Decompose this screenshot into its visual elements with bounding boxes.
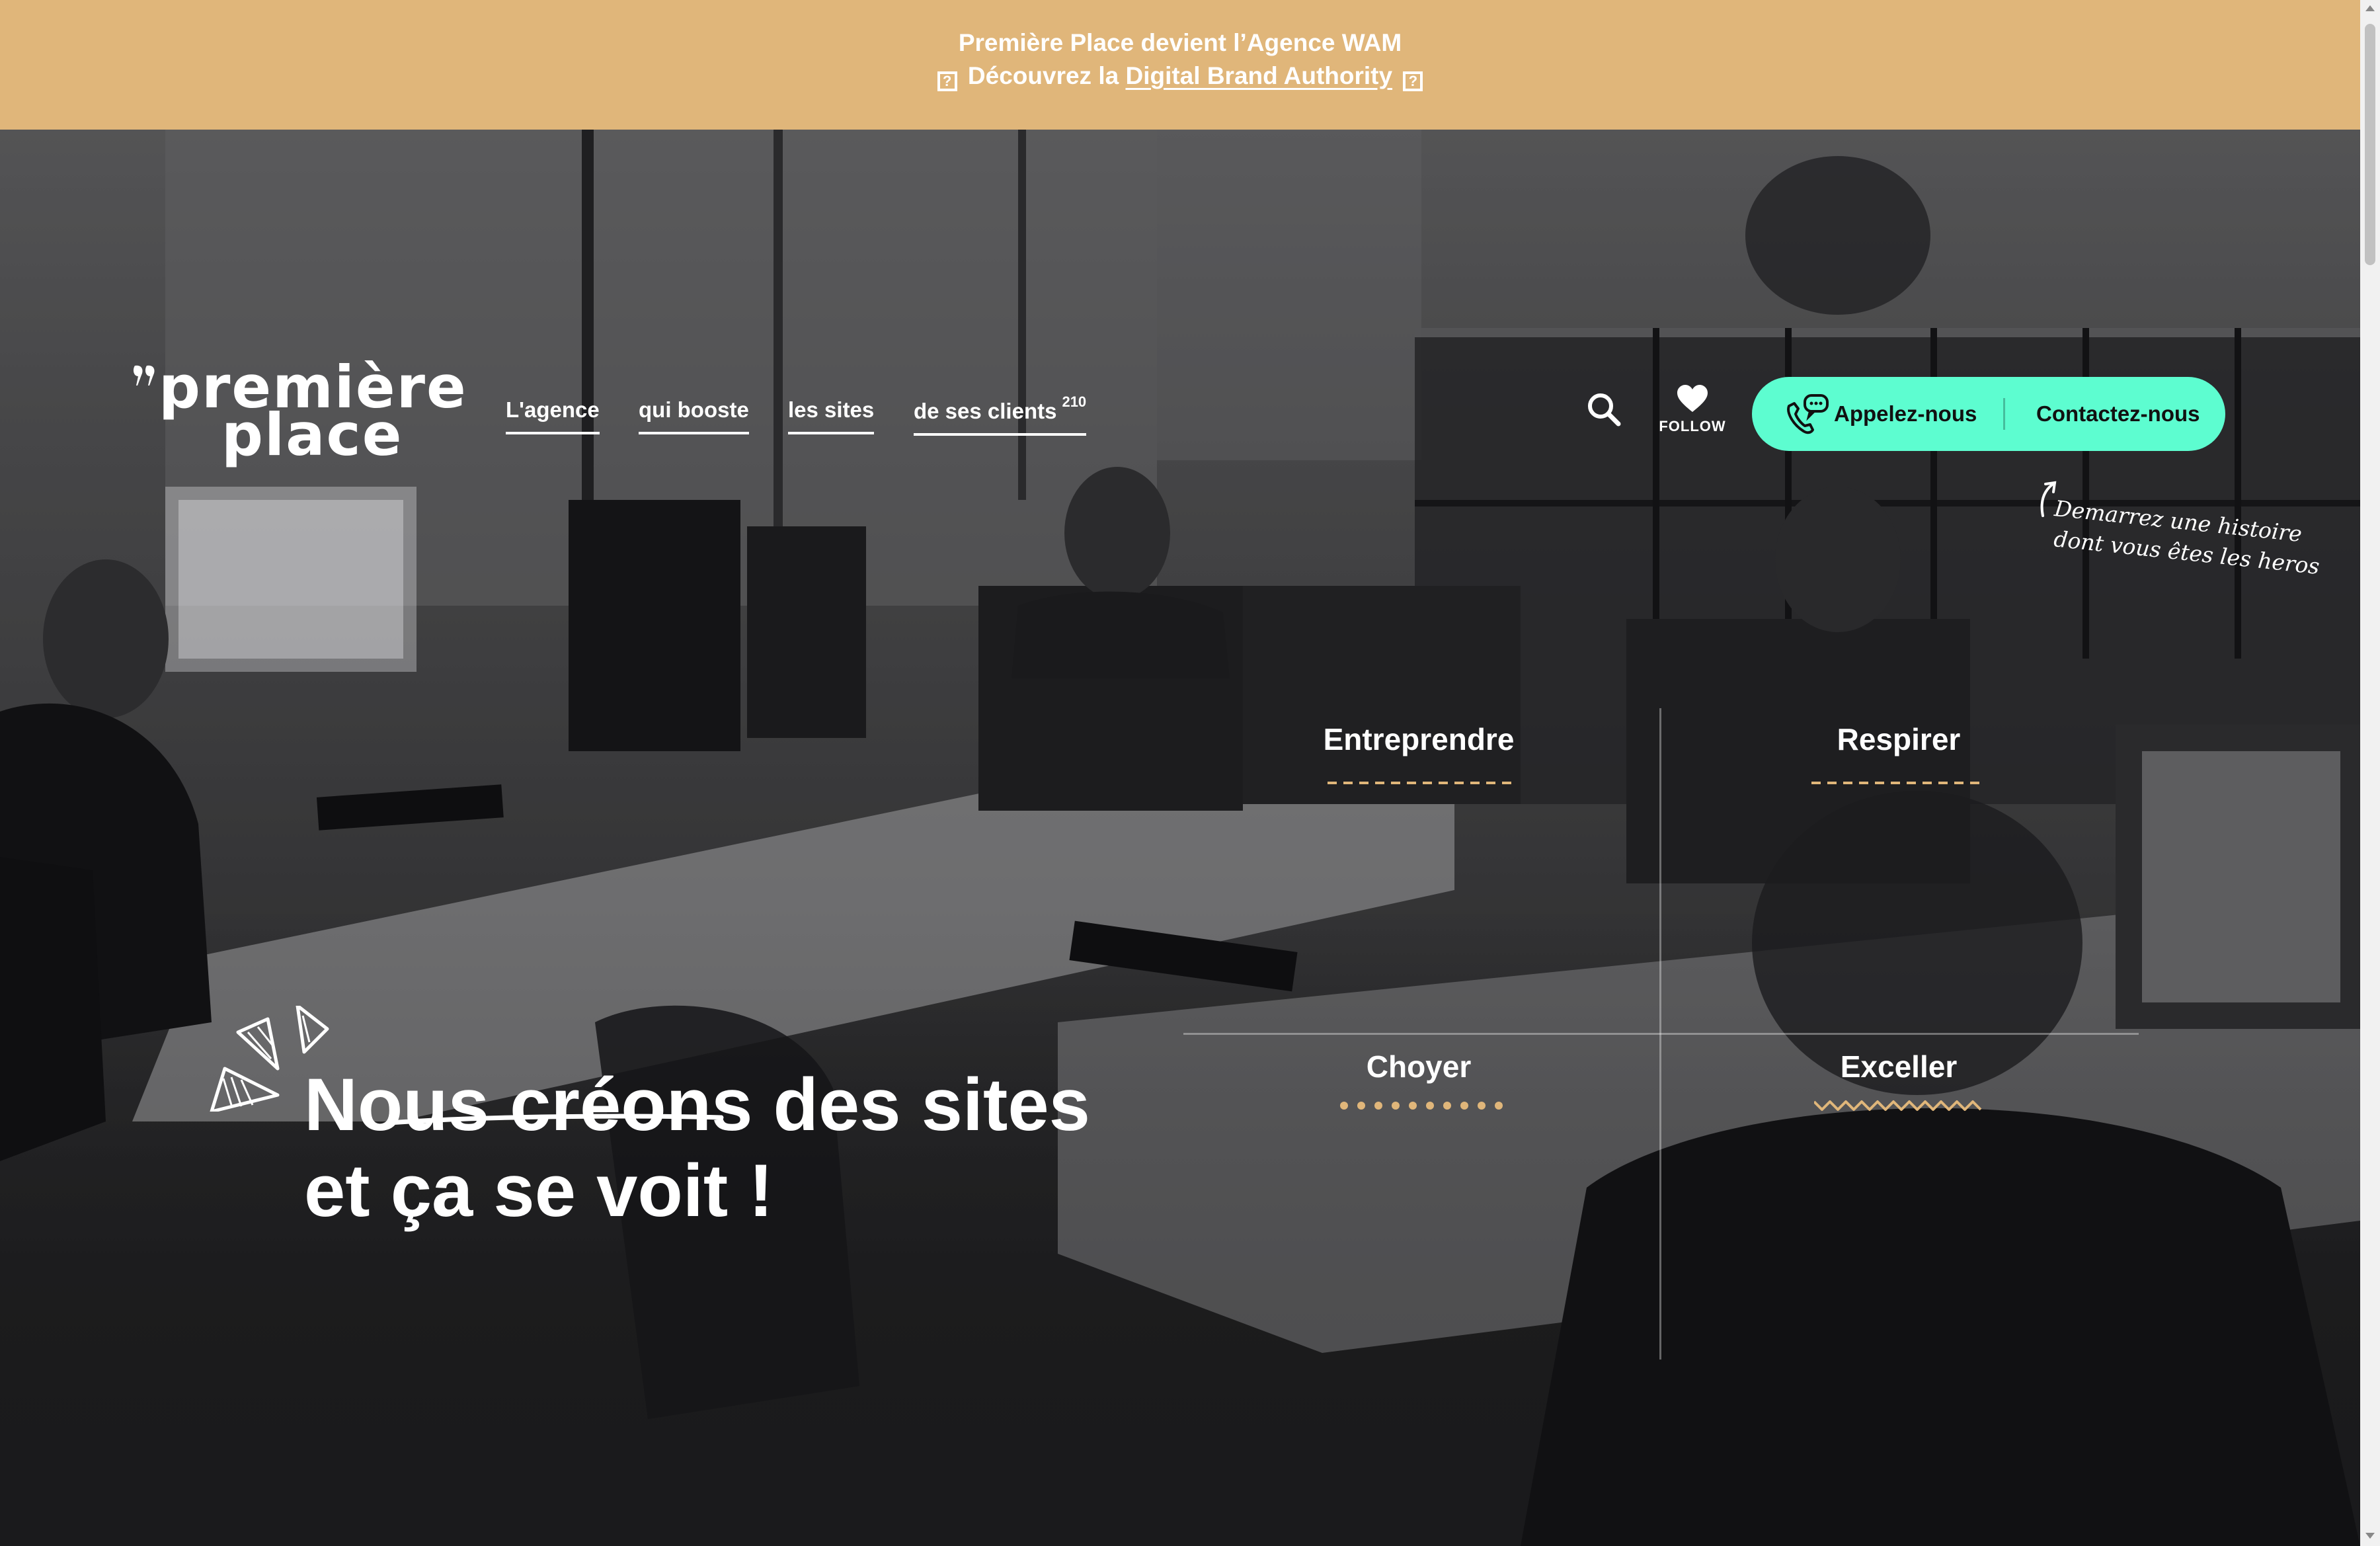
value-label: Choyer (1366, 1049, 1472, 1084)
nav-item-label: de ses clients (914, 399, 1057, 423)
help-box-icon: ? (937, 71, 957, 91)
dashed-underline (1328, 782, 1513, 784)
cta-pill: Appelez-nous Contactez-nous (1752, 377, 2225, 451)
headline-text: ! (728, 1149, 774, 1232)
cta-divider (2003, 398, 2005, 430)
scrollbar-thumb[interactable] (2365, 24, 2375, 265)
value-label: Respirer (1837, 722, 1961, 756)
help-box-icon: ? (1403, 71, 1423, 91)
nav-item-label: les sites (788, 397, 875, 422)
values-divider-horizontal (1183, 1033, 2139, 1035)
scrollbar-track[interactable] (2360, 0, 2380, 1546)
follow-button[interactable]: FOLLOW (1653, 384, 1732, 435)
scroll-down-arrow[interactable] (2365, 1533, 2375, 1539)
scroll-up-arrow[interactable] (2365, 5, 2375, 11)
nav-item-les-sites[interactable]: les sites (788, 397, 875, 434)
wavy-underline (1814, 1100, 1982, 1111)
banner-title: Première Place devient l’Agence WAM (958, 29, 1402, 56)
call-button[interactable]: Appelez-nous (1834, 377, 1977, 451)
underline-swash-icon (387, 1114, 724, 1125)
nav-item-clients[interactable]: de ses clients 210 (914, 393, 1087, 436)
banner-link-digital-brand-authority[interactable]: Digital Brand Authority (1125, 62, 1392, 89)
value-label: Entreprendre (1323, 722, 1515, 756)
announcement-banner: Première Place devient l’Agence WAM ? Dé… (0, 0, 2360, 130)
value-respirer: Respirer (1800, 721, 1998, 757)
hero-section: première place L'agence qui booste les s… (0, 130, 2360, 1546)
value-entreprendre: Entreprendre (1320, 721, 1518, 757)
clients-count-badge: 210 (1062, 393, 1087, 410)
banner-prefix: Découvrez la (967, 62, 1119, 89)
logo-line-2: place (221, 401, 403, 469)
value-exceller: Exceller (1800, 1049, 1998, 1084)
value-choyer: Choyer (1320, 1049, 1518, 1084)
value-label: Exceller (1840, 1049, 1958, 1084)
dashed-underline (1811, 782, 1986, 784)
nav-item-label: L'agence (506, 397, 600, 422)
search-icon[interactable] (1585, 391, 1622, 428)
hero-headline: Nous créons des sites et ça se voit ! (304, 1062, 1090, 1234)
banner-subtitle: ? Découvrez la Digital Brand Authority ? (0, 62, 2360, 91)
follow-label: FOLLOW (1659, 418, 1726, 434)
dotted-underline (1340, 1102, 1503, 1110)
nav-item-agence[interactable]: L'agence (506, 397, 600, 434)
headline-text: et (304, 1149, 391, 1232)
office-photo-background (0, 130, 2360, 1546)
headline-line-2: et ça se voit ! (304, 1148, 1090, 1234)
nav-item-qui-booste[interactable]: qui booste (639, 397, 749, 434)
headline-underlined-text: ça se voit (390, 1149, 729, 1232)
contact-button[interactable]: Contactez-nous (2036, 377, 2200, 451)
headline-line-1: Nous créons des sites (304, 1063, 1090, 1146)
phone-chat-icon (1787, 394, 1829, 434)
heart-icon (1677, 385, 1708, 412)
logo-quote-icon (133, 365, 155, 386)
nav-item-label: qui booste (639, 397, 749, 422)
tagline-script: Demarrez une histoire dont vous êtes les… (2049, 493, 2324, 582)
